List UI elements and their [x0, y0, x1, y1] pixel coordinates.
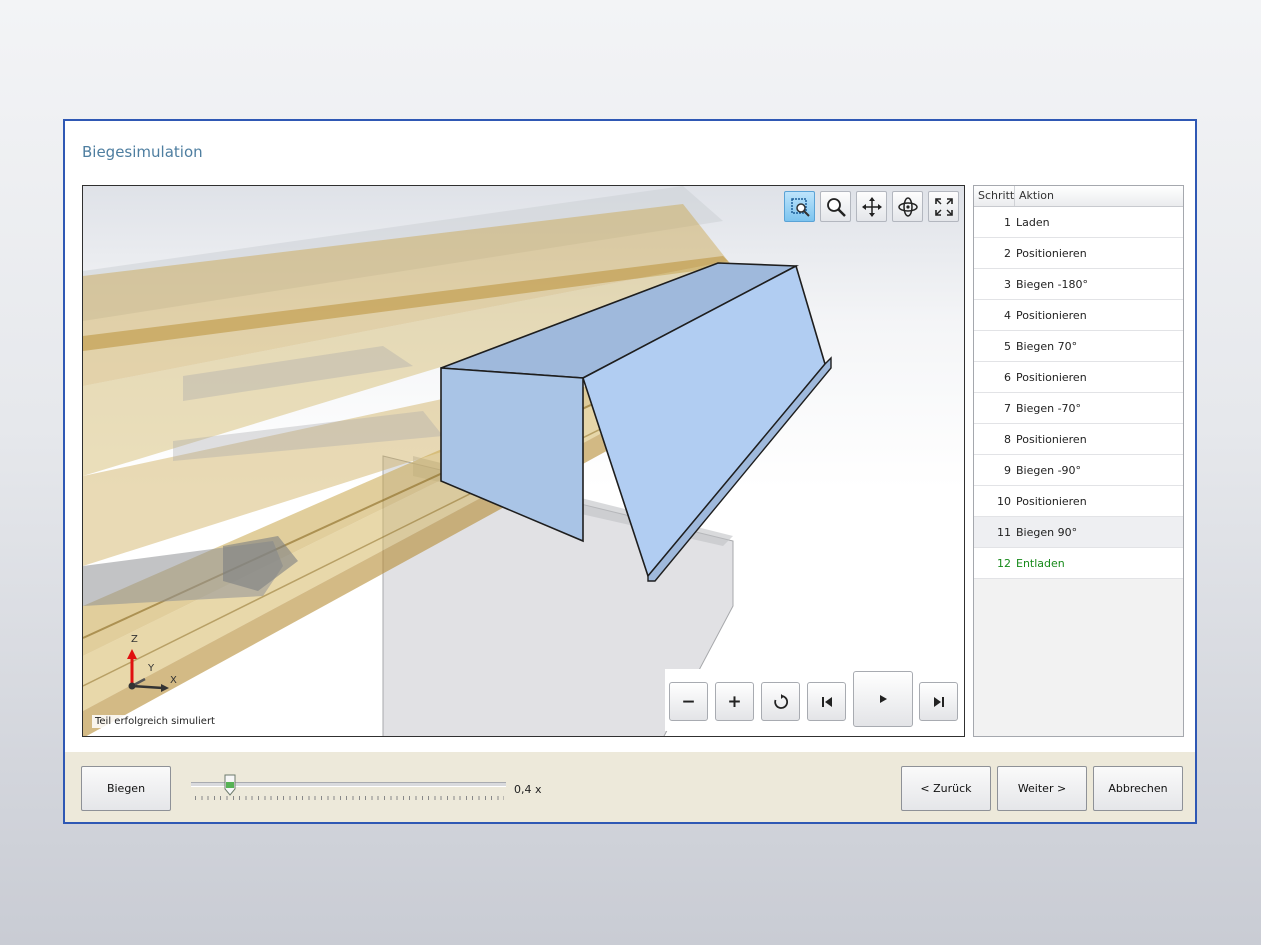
- step-number: 8: [1004, 432, 1011, 446]
- axis-z-label: Z: [131, 634, 138, 645]
- zoom-out-button[interactable]: −: [669, 682, 708, 721]
- step-number: 6: [1004, 370, 1011, 384]
- step-row[interactable]: 10 Positionieren: [974, 486, 1183, 517]
- rotate-icon[interactable]: [892, 191, 923, 222]
- step-action: Positionieren: [1016, 432, 1087, 446]
- step-action: Biegen -90°: [1016, 463, 1082, 477]
- step-action: Laden: [1016, 215, 1050, 229]
- axis-x-label: X: [170, 675, 177, 686]
- step-action: Positionieren: [1016, 370, 1087, 384]
- fit-to-view-icon[interactable]: [928, 191, 959, 222]
- step-row[interactable]: 11 Biegen 90°: [974, 517, 1183, 548]
- 3d-viewport[interactable]: − + Z Y X Teil erfolgreich simuliert: [82, 185, 965, 737]
- step-number: 3: [1004, 277, 1011, 291]
- step-number: 10: [997, 494, 1011, 508]
- bend-button[interactable]: Biegen: [81, 766, 171, 811]
- speed-slider-thumb[interactable]: [224, 774, 236, 796]
- step-number: 11: [997, 525, 1011, 539]
- play-button[interactable]: [853, 671, 913, 727]
- dialog-title: Biegesimulation: [82, 143, 203, 161]
- skip-end-icon: [933, 696, 944, 707]
- cancel-button[interactable]: Abbrechen: [1093, 766, 1183, 811]
- column-header-action[interactable]: Aktion: [1015, 186, 1054, 206]
- step-number: 5: [1004, 339, 1011, 353]
- step-action: Biegen -70°: [1016, 401, 1082, 415]
- step-row[interactable]: 9 Biegen -90°: [974, 455, 1183, 486]
- step-row[interactable]: 6 Positionieren: [974, 362, 1183, 393]
- step-action: Positionieren: [1016, 494, 1087, 508]
- speed-value: 0,4 x: [514, 783, 542, 796]
- skip-start-icon: [821, 696, 832, 707]
- step-number: 7: [1004, 401, 1011, 415]
- replay-button[interactable]: [761, 682, 800, 721]
- column-header-step[interactable]: Schritt: [974, 186, 1015, 206]
- dialog-footer: Biegen 0,4 x < Zurück Weiter > Abbrechen: [65, 752, 1195, 822]
- axis-y-label: Y: [148, 663, 155, 674]
- step-action: Biegen 90°: [1016, 525, 1078, 539]
- step-action: Entladen: [1016, 556, 1065, 570]
- replay-icon: [773, 693, 788, 709]
- step-forward-button[interactable]: [919, 682, 958, 721]
- steps-list[interactable]: Schritt Aktion 1 Laden 2 Positionieren 3 Bieg…: [973, 185, 1184, 737]
- simulation-status: Teil erfolgreich simuliert: [92, 715, 218, 728]
- step-row[interactable]: 1 Laden: [974, 207, 1183, 238]
- step-number: 12: [997, 556, 1011, 570]
- step-number: 2: [1004, 246, 1011, 260]
- step-row[interactable]: 4 Positionieren: [974, 300, 1183, 331]
- speed-slider-ticks: [195, 796, 504, 800]
- step-row[interactable]: 5 Biegen 70°: [974, 331, 1183, 362]
- step-row[interactable]: 7 Biegen -70°: [974, 393, 1183, 424]
- step-action: Biegen -180°: [1016, 277, 1089, 291]
- speed-slider-track[interactable]: [191, 782, 506, 787]
- step-row[interactable]: 3 Biegen -180°: [974, 269, 1183, 300]
- step-action: Positionieren: [1016, 308, 1087, 322]
- pan-icon[interactable]: [856, 191, 887, 222]
- next-button[interactable]: Weiter >: [997, 766, 1087, 811]
- zoom-icon[interactable]: [820, 191, 851, 222]
- zoom-in-button[interactable]: +: [715, 682, 754, 721]
- play-icon: [880, 695, 887, 703]
- step-action: Biegen 70°: [1016, 339, 1078, 353]
- step-number: 9: [1004, 463, 1011, 477]
- step-action: Positionieren: [1016, 246, 1087, 260]
- step-number: 4: [1004, 308, 1011, 322]
- step-back-button[interactable]: [807, 682, 846, 721]
- scene-render: [83, 186, 832, 736]
- bend-simulation-dialog: Biegesimulation − + Z Y X Teil erfolgrei…: [63, 119, 1197, 824]
- back-button[interactable]: < Zurück: [901, 766, 991, 811]
- step-number: 1: [1004, 215, 1011, 229]
- zoom-window-icon[interactable]: [784, 191, 815, 222]
- step-row[interactable]: 12 Entladen: [974, 548, 1183, 579]
- step-row[interactable]: 8 Positionieren: [974, 424, 1183, 455]
- step-row[interactable]: 2 Positionieren: [974, 238, 1183, 269]
- steps-header: Schritt Aktion: [974, 186, 1183, 207]
